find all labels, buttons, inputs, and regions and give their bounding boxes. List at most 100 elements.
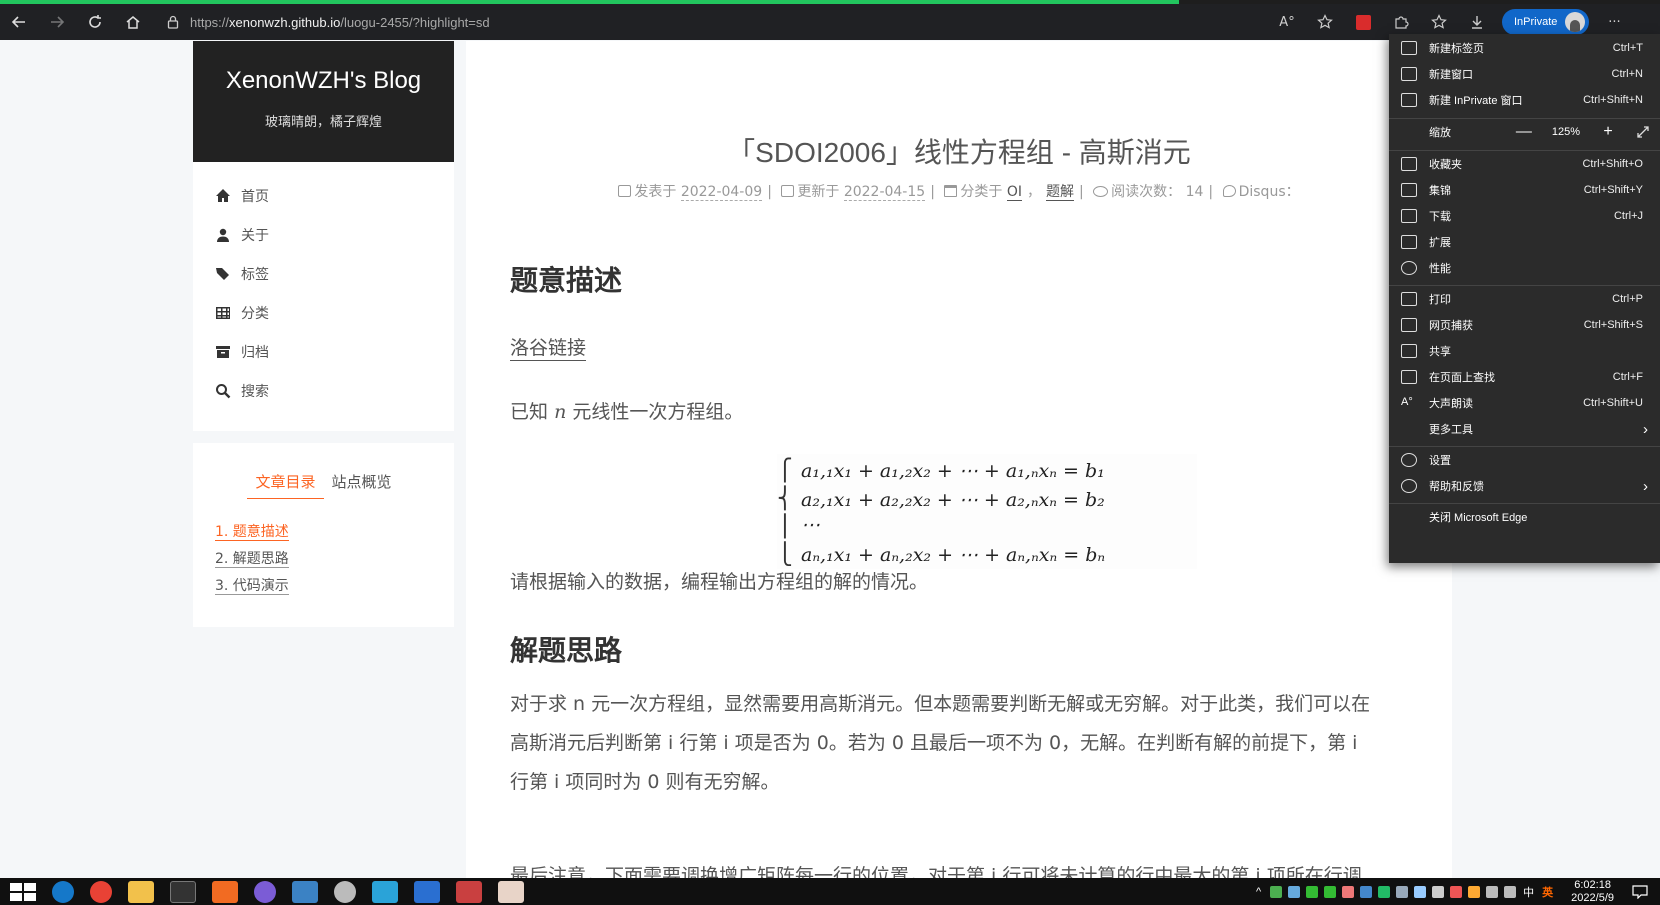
window-icon xyxy=(1401,67,1417,81)
app-icon[interactable] xyxy=(212,880,238,903)
toc-list: 1. 题意描述 2. 解题思路 3. 代码演示 xyxy=(193,521,454,602)
equation-row: a₁,₁x₁ + a₁,₂x₂ + ⋯ + a₁,ₙxₙ = b₁ xyxy=(801,460,1105,482)
tray-app-icon[interactable] xyxy=(1396,885,1409,898)
add-favorite-button[interactable] xyxy=(1306,4,1344,40)
tray-app-icon[interactable] xyxy=(1270,885,1283,898)
site-title[interactable]: XenonWZH's Blog xyxy=(193,67,454,95)
menu-item-extensions[interactable]: 扩展 xyxy=(1389,229,1660,255)
solution-paragraph: 对于求 n 元一次方程组，显然需要用高斯消元。但本题需要判断无解或无穷解。对于此… xyxy=(510,693,1371,793)
equation-row: ⋯ xyxy=(801,514,820,536)
volume-icon[interactable] xyxy=(1486,885,1499,898)
notification-icon[interactable] xyxy=(1632,884,1648,899)
read-aloud-button[interactable]: A° xyxy=(1268,4,1306,40)
tray-app-icon[interactable] xyxy=(1450,885,1463,898)
menu-item-help[interactable]: 帮助和反馈 › xyxy=(1389,473,1660,499)
tab-overview[interactable]: 站点概览 xyxy=(324,471,400,499)
menu-item-find[interactable]: 在页面上查找 Ctrl+F xyxy=(1389,364,1660,390)
site-brand: XenonWZH's Blog 玻璃晴朗，橘子辉煌 xyxy=(193,41,454,162)
menu-item-print[interactable]: 打印 Ctrl+P xyxy=(1389,286,1660,312)
toc-item[interactable]: 3. 代码演示 xyxy=(215,575,454,602)
tray-app-icon[interactable] xyxy=(1360,885,1373,898)
tray-app-icon[interactable] xyxy=(1324,885,1337,898)
sidebar-panel: 文章目录 站点概览 1. 题意描述 2. 解题思路 3. 代码演示 xyxy=(193,443,454,627)
taskbar-clock[interactable]: 6:02:18 2022/5/9 xyxy=(1571,879,1614,905)
lock-icon xyxy=(167,15,179,29)
home-button[interactable] xyxy=(114,4,152,40)
ime-indicator[interactable]: 中 xyxy=(1523,884,1534,900)
nav-item-archives[interactable]: 归档 xyxy=(193,332,454,371)
nav-label: 搜索 xyxy=(241,383,269,400)
tray-app-icon[interactable] xyxy=(1342,885,1355,898)
extension-button[interactable] xyxy=(1344,4,1382,40)
nav-label: 归档 xyxy=(241,344,269,361)
network-icon[interactable] xyxy=(1504,885,1517,898)
partial-paragraph: 最后注意，下面需要调换增广矩阵每一行的位置，对于第 i 行可将未计算的行中最大的… xyxy=(510,865,1362,878)
inprivate-badge[interactable]: InPrivate xyxy=(1502,9,1590,35)
tray-app-icon[interactable] xyxy=(1288,885,1301,898)
disqus-label: Disqus： xyxy=(1238,184,1300,200)
nav-item-search[interactable]: 搜索 xyxy=(193,371,454,410)
menu-item-close-edge[interactable]: 关闭 Microsoft Edge xyxy=(1389,504,1660,530)
chrome-icon[interactable] xyxy=(90,880,112,903)
menu-item-settings[interactable]: 设置 xyxy=(1389,447,1660,473)
menu-item-new-window[interactable]: 新建窗口 Ctrl+N xyxy=(1389,61,1660,87)
refresh-button[interactable] xyxy=(76,4,114,40)
nav-item-about[interactable]: 关于 xyxy=(193,215,454,254)
heartbeat-icon xyxy=(1401,261,1417,275)
edge-icon[interactable] xyxy=(52,880,74,903)
menu-item-web-capture[interactable]: 网页捕获 Ctrl+Shift+S xyxy=(1389,312,1660,338)
goland-icon[interactable] xyxy=(414,880,440,903)
favorites-star-icon xyxy=(1431,14,1447,29)
menu-item-performance[interactable]: 性能 xyxy=(1389,255,1660,281)
tray-app-icon[interactable] xyxy=(1306,885,1319,898)
search-icon xyxy=(216,383,231,398)
menu-item-new-tab[interactable]: 新建标签页 Ctrl+T xyxy=(1389,35,1660,61)
nav-item-home[interactable]: 首页 xyxy=(193,176,454,215)
zoom-in-button[interactable]: + xyxy=(1600,123,1616,141)
windows-start-icon[interactable] xyxy=(10,882,36,901)
settings-gear-icon[interactable] xyxy=(334,880,356,903)
back-button[interactable] xyxy=(0,4,38,40)
file-explorer-icon[interactable] xyxy=(128,880,154,903)
terminal-icon[interactable] xyxy=(170,880,196,903)
forward-button[interactable] xyxy=(38,4,76,40)
left-brace: ⎧ ⎨ ⎪ ⎩ xyxy=(777,458,793,566)
app-icon[interactable] xyxy=(456,880,482,903)
ime-mode-icon[interactable]: 英 xyxy=(1542,884,1553,900)
intro-text: 已知 n 元线性一次方程组。 xyxy=(510,401,744,423)
menu-item-read-aloud[interactable]: A° 大声朗读 Ctrl+Shift+U xyxy=(1389,390,1660,416)
address-bar[interactable]: https://xenonwzh.github.io/luogu-2455/?h… xyxy=(158,8,1268,36)
menu-item-more-tools[interactable]: 更多工具 › xyxy=(1389,416,1660,442)
luogu-link[interactable]: 洛谷链接 xyxy=(510,336,587,361)
equation-row: a₂,₁x₁ + a₂,₂x₂ + ⋯ + a₂,ₙxₙ = b₂ xyxy=(801,489,1105,511)
request-text: 请根据输入的数据，编程输出方程组的解的情况。 xyxy=(510,571,929,593)
menu-item-share[interactable]: 共享 xyxy=(1389,338,1660,364)
category-link[interactable]: 题解 xyxy=(1045,184,1074,201)
app-icon[interactable] xyxy=(498,880,524,903)
webstorm-icon[interactable] xyxy=(372,880,398,903)
tray-expand-icon[interactable]: ^ xyxy=(1256,886,1261,898)
zoom-out-button[interactable]: — xyxy=(1516,123,1532,141)
toc-item[interactable]: 2. 解题思路 xyxy=(215,548,454,575)
shield-icon[interactable] xyxy=(1468,885,1481,898)
menu-item-new-inprivate[interactable]: 新建 InPrivate 窗口 Ctrl+Shift+N xyxy=(1389,87,1660,113)
tags-icon xyxy=(216,267,229,280)
grid-icon xyxy=(216,306,230,319)
nav-item-categories[interactable]: 分类 xyxy=(193,293,454,332)
nav-item-tags[interactable]: 标签 xyxy=(193,254,454,293)
menu-item-downloads[interactable]: 下载 Ctrl+J xyxy=(1389,203,1660,229)
toc-item[interactable]: 1. 题意描述 xyxy=(215,521,454,548)
github-icon[interactable] xyxy=(254,880,276,903)
menu-item-favorites[interactable]: 收藏夹 Ctrl+Shift+O xyxy=(1389,151,1660,177)
fullscreen-icon[interactable] xyxy=(1636,125,1650,139)
windows-taskbar: ^ 中 英 6:02:18 2022/5/9 xyxy=(0,878,1660,905)
tray-app-icon[interactable] xyxy=(1378,885,1391,898)
keyboard-icon[interactable] xyxy=(1432,885,1445,898)
folder-icon xyxy=(944,185,958,197)
category-link[interactable]: OI xyxy=(1006,184,1022,201)
steam-icon[interactable] xyxy=(1414,885,1427,898)
menu-item-collections[interactable]: 集锦 Ctrl+Shift+Y xyxy=(1389,177,1660,203)
tab-toc[interactable]: 文章目录 xyxy=(247,471,324,499)
app-icon[interactable] xyxy=(292,880,318,903)
nav-label: 分类 xyxy=(241,305,269,322)
